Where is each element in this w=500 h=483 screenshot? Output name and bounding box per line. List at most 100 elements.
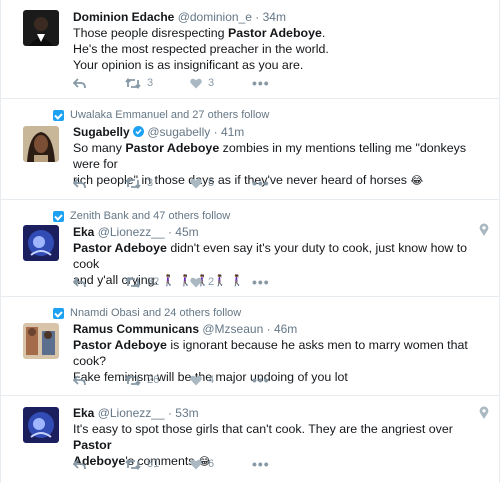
tweet-actions: 3 3 ••• [73,76,270,90]
timestamp[interactable]: 53m [175,406,198,420]
tweet-text-line: Your opinion is as insignificant as you … [73,57,304,72]
more-icon[interactable]: ••• [252,457,270,471]
avatar[interactable] [23,225,59,261]
tweet[interactable]: Eka @Lionezz__ · 53m It's easy to spot t… [1,396,499,483]
heart-icon [190,178,202,188]
author-name[interactable]: Eka [73,406,94,420]
reply-button[interactable] [73,177,125,189]
reply-icon [73,276,86,287]
tweet-text: Those people disrespecting Pastor Adeboy… [73,26,489,73]
tweet[interactable]: Nnamdi Obasi and 24 others follow Ramus … [1,297,499,396]
follow-context: Uwalaka Emmanuel and 27 others follow [53,109,269,121]
heart-icon [190,277,202,287]
tweet-actions: 32 2 ••• [73,275,270,289]
avatar[interactable] [23,323,59,359]
retweet-count: 26 [147,374,160,386]
avatar[interactable] [23,10,59,46]
like-count: 5 [208,177,215,189]
author-name[interactable]: Eka [73,225,94,239]
like-count: 6 [208,458,215,470]
author-name[interactable]: Ramus Communicans [73,322,199,336]
highlighted-term: Pastor Adeboye [125,141,220,155]
like-count: 3 [208,77,215,89]
author-name[interactable]: Sugabelly [73,125,130,139]
avatar[interactable] [23,407,59,443]
more-icon[interactable]: ••• [252,76,270,90]
retweet-count: 3 [147,77,154,89]
follow-context: Zenith Bank and 47 others follow [53,210,230,222]
author-name[interactable]: Dominion Edache [73,10,174,24]
author-handle[interactable]: @Lionezz__ [98,406,165,420]
tweet-header: Eka @Lionezz__ · 45m [73,225,199,239]
timestamp[interactable]: 45m [175,225,198,239]
reply-icon [73,177,86,188]
tweet-text-line: So many Pastor Adeboye zombies in my men… [73,141,467,171]
like-button[interactable]: 5 [190,177,252,189]
tweet-actions: 51 6 ••• [73,457,270,471]
retweet-button[interactable]: 26 [125,374,190,386]
retweet-count: 3 [147,177,154,189]
retweet-icon [125,77,141,89]
like-button[interactable]: 3 [190,77,252,89]
timestamp[interactable]: 41m [221,125,244,139]
tweet-text-line: Those people disrespecting Pastor Adeboy… [73,26,326,40]
follow-context-text[interactable]: Nnamdi Obasi and 24 others follow [70,307,241,319]
retweet-icon [125,177,141,189]
reply-icon [73,77,86,88]
like-count: 4 [208,374,215,386]
author-handle[interactable]: @dominion_e [178,10,252,24]
reply-button[interactable] [73,77,125,89]
retweet-count: 51 [147,458,160,470]
like-button[interactable]: 2 [190,276,252,288]
emoji: 😂 [410,173,424,187]
like-button[interactable]: 4 [190,374,252,386]
author-handle[interactable]: @sugabelly [147,125,210,139]
tweet-header: Sugabelly @sugabelly · 41m [73,125,245,139]
reply-button[interactable] [73,276,125,288]
retweet-button[interactable]: 51 [125,458,190,470]
heart-icon [190,78,202,88]
tweet-header: Dominion Edache @dominion_e · 34m [73,10,286,24]
more-icon[interactable]: ••• [252,275,270,289]
timestamp[interactable]: 34m [263,10,286,24]
timestamp[interactable]: 46m [274,322,297,336]
follow-context-text[interactable]: Uwalaka Emmanuel and 27 others follow [70,109,269,121]
tweet-text-line: It's easy to spot those girls that can't… [73,422,453,452]
retweet-button[interactable]: 3 [125,177,190,189]
tweet[interactable]: Zenith Bank and 47 others follow Eka @Li… [1,200,499,297]
tweet-text-line: Pastor Adeboye didn't even say it's your… [73,241,468,271]
verified-icon [133,126,145,137]
tweet-header: Ramus Communicans @Mzseaun · 46m [73,322,298,336]
retweet-button[interactable]: 32 [125,276,190,288]
follow-context-text[interactable]: Zenith Bank and 47 others follow [70,210,230,222]
more-icon[interactable]: ••• [252,176,270,190]
follow-context-icon [53,109,64,121]
retweet-icon [125,276,141,288]
reply-button[interactable] [73,374,125,386]
author-handle[interactable]: @Mzseaun [202,322,263,336]
highlighted-term: Pastor Adeboye [227,26,322,40]
reply-icon [73,374,86,385]
retweet-button[interactable]: 3 [125,77,190,89]
follow-context-icon [53,307,64,319]
like-button[interactable]: 6 [190,458,252,470]
avatar[interactable] [23,126,59,162]
retweet-count: 32 [147,276,160,288]
reply-icon [73,458,86,469]
retweet-icon [125,458,141,470]
reply-button[interactable] [73,458,125,470]
follow-context: Nnamdi Obasi and 24 others follow [53,307,241,319]
tweet[interactable]: Dominion Edache @dominion_e · 34m Those … [1,0,499,99]
tweet-text-line: He's the most respected preacher in the … [73,41,329,56]
heart-icon [190,375,202,385]
retweet-icon [125,374,141,386]
author-handle[interactable]: @Lionezz__ [98,225,165,239]
highlighted-term: Pastor Adeboye [73,338,167,352]
more-icon[interactable]: ••• [252,373,270,387]
timeline: Dominion Edache @dominion_e · 34m Those … [0,0,500,483]
like-count: 2 [208,276,215,288]
tweet[interactable]: Uwalaka Emmanuel and 27 others follow Su… [1,99,499,200]
heart-icon [190,459,202,469]
tweet-text-line: Pastor Adeboye is ignorant because he as… [73,338,468,368]
follow-context-icon [53,210,64,222]
